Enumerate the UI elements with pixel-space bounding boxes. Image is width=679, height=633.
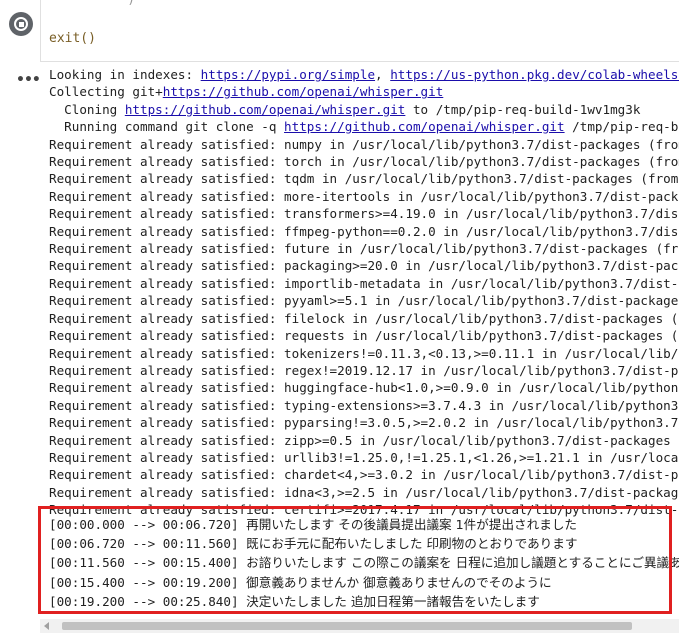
log-line: Requirement already satisfied: typing-ex… [49, 397, 679, 414]
log-line: Requirement already satisfied: pyyaml>=5… [49, 292, 679, 309]
log-line: Requirement already satisfied: more-iter… [49, 188, 679, 205]
log-line: Requirement already satisfied: importlib… [49, 275, 679, 292]
log-line: Requirement already satisfied: future in… [49, 240, 679, 257]
scroll-left-icon[interactable] [44, 622, 49, 630]
log-text: Requirement already satisfied: huggingfa… [49, 380, 679, 396]
log-text: Requirement already satisfied: tqdm in /… [49, 171, 679, 187]
log-text: Requirement already satisfied: packaging… [49, 258, 679, 274]
log-link[interactable]: https://us-python.pkg.dev/colab-wheels/p… [390, 67, 679, 82]
log-text: , [375, 67, 391, 82]
stop-icon [14, 17, 28, 31]
log-text: Requirement already satisfied: regex!=20… [49, 362, 679, 378]
log-text: Requirement already satisfied: numpy in … [49, 136, 679, 152]
log-line: Requirement already satisfied: pyparsing… [49, 414, 679, 431]
log-link[interactable]: https://github.com/openai/whisper.git [284, 119, 565, 134]
log-text: Requirement already satisfied: typing-ex… [49, 397, 679, 413]
code-editor[interactable] [40, 0, 679, 62]
log-line: Cloning https://github.com/openai/whispe… [49, 101, 679, 118]
log-text: /tmp/pip-req-build-1wv1mg3k [572, 119, 679, 135]
scrollbar-thumb[interactable] [62, 622, 632, 630]
log-line: Requirement already satisfied: packaging… [49, 257, 679, 274]
log-line: Collecting git+https://github.com/openai… [49, 83, 679, 100]
horizontal-scrollbar[interactable] [40, 619, 679, 633]
highlight-box [38, 506, 672, 614]
log-line: Requirement already satisfied: requests … [49, 327, 679, 344]
log-line: Requirement already satisfied: transform… [49, 205, 679, 222]
log-text: Requirement already satisfied: more-iter… [49, 188, 679, 204]
log-line: Requirement already satisfied: tqdm in /… [49, 170, 679, 187]
log-link[interactable]: https://github.com/openai/whisper.git [125, 102, 406, 117]
log-text: Requirement already satisfied: transform… [49, 206, 679, 222]
log-line: Requirement already satisfied: huggingfa… [49, 379, 679, 396]
log-line: Requirement already satisfied: torch in … [49, 153, 679, 170]
code-cell: ) exit() [0, 0, 679, 62]
log-line: Requirement already satisfied: chardet<4… [49, 466, 679, 483]
log-text: Requirement already satisfied: importlib… [49, 275, 679, 291]
log-line: Requirement already satisfied: urllib3!=… [49, 449, 679, 466]
output-log: Looking in indexes: https://pypi.org/sim… [49, 66, 679, 519]
log-text: Requirement already satisfied: future in… [49, 241, 679, 257]
log-text: Requirement already satisfied: zipp>=0.5… [49, 432, 679, 448]
output-actions-icon[interactable]: ••• [16, 72, 41, 88]
log-text: to /tmp/pip-req-build-1wv1mg3k [405, 101, 641, 117]
log-text: Requirement already satisfied: ffmpeg-py… [49, 223, 679, 239]
log-line: Requirement already satisfied: tokenizer… [49, 345, 679, 362]
log-text: Requirement already satisfied: chardet<4… [49, 467, 679, 483]
log-link[interactable]: https://pypi.org/simple [201, 67, 375, 82]
log-text: Requirement already satisfied: urllib3!=… [49, 449, 679, 465]
log-line: Requirement already satisfied: idna<3,>=… [49, 484, 679, 501]
log-link[interactable]: https://github.com/openai/whisper.git [163, 84, 444, 99]
log-text: Requirement already satisfied: pyyaml>=5… [49, 293, 679, 309]
log-line: Requirement already satisfied: numpy in … [49, 136, 679, 153]
log-text: Requirement already satisfied: idna<3,>=… [49, 484, 679, 500]
log-text: Requirement already satisfied: tokenizer… [49, 345, 679, 361]
log-text: Requirement already satisfied: torch in … [49, 154, 679, 170]
log-text: Cloning [49, 101, 125, 117]
log-text: Requirement already satisfied: filelock … [49, 310, 679, 326]
code-line[interactable]: exit() [49, 31, 96, 46]
log-text: Requirement already satisfied: pyparsing… [49, 415, 679, 431]
log-text: Running command git clone -q [49, 119, 285, 135]
log-line: Running command git clone -q https://git… [49, 118, 679, 135]
log-text: Looking in indexes: [49, 67, 201, 82]
stop-execution-button[interactable] [9, 12, 33, 36]
log-text: Requirement already satisfied: requests … [49, 328, 679, 344]
code-partial-line: ) [49, 0, 135, 7]
log-text: Collecting git+ [49, 84, 163, 100]
log-line: Requirement already satisfied: regex!=20… [49, 362, 679, 379]
log-line: Requirement already satisfied: zipp>=0.5… [49, 432, 679, 449]
log-line: Requirement already satisfied: filelock … [49, 310, 679, 327]
log-line: Requirement already satisfied: ffmpeg-py… [49, 223, 679, 240]
log-line: Looking in indexes: https://pypi.org/sim… [49, 66, 679, 83]
